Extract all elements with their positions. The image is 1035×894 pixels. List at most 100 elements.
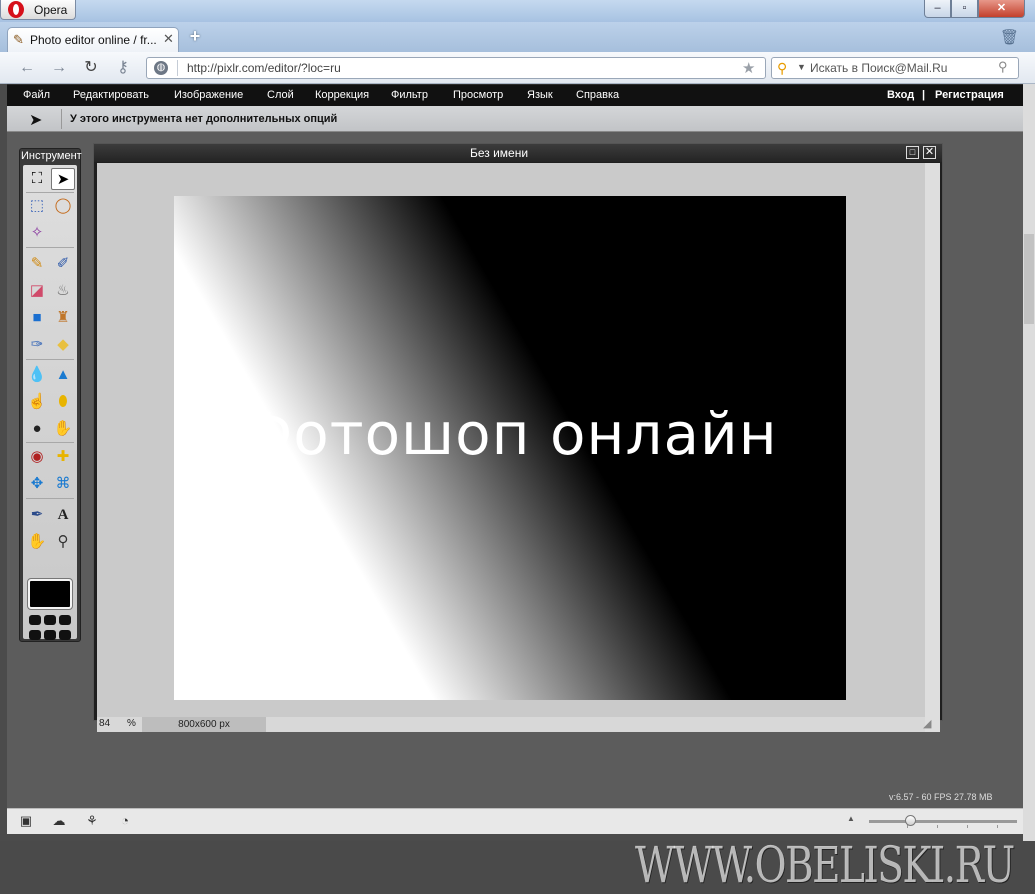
text-icon[interactable]: A <box>51 504 75 526</box>
menu-filter[interactable]: Фильтр <box>391 89 428 101</box>
login-link[interactable]: Вход <box>887 89 914 101</box>
new-tab-button[interactable]: + <box>186 27 204 46</box>
pinch-icon[interactable]: ⌘ <box>51 473 75 495</box>
share-icon[interactable]: ⚘ <box>83 813 101 829</box>
smudge-icon[interactable]: ☝ <box>25 391 49 413</box>
arrow-up-icon[interactable]: ▲ <box>847 814 855 823</box>
address-bar[interactable]: ◍ http://pixlr.com/editor/?loc=ru ★ <box>146 57 766 79</box>
search-engine-icon[interactable]: ⚲ <box>777 61 787 75</box>
palette-swatch[interactable] <box>44 630 56 640</box>
sharpen-icon[interactable]: ▲ <box>51 364 75 386</box>
palette-swatch[interactable] <box>59 630 71 640</box>
zoom-slider-track[interactable] <box>869 820 1017 823</box>
tool-options-bar: ➤ У этого инструмента нет дополнительных… <box>7 106 1023 132</box>
bookmark-star-icon[interactable]: ★ <box>742 59 755 77</box>
tool-separator <box>26 359 74 360</box>
hand-icon[interactable]: ✋ <box>25 531 49 553</box>
burn-icon[interactable]: ● <box>25 418 49 440</box>
speedometer-icon[interactable]: ◔ <box>116 813 134 829</box>
eraser-icon[interactable]: ◪ <box>25 280 49 302</box>
search-input[interactable] <box>810 60 990 76</box>
page-scrollbar[interactable] <box>1023 84 1035 841</box>
crop-icon[interactable]: ⛶ <box>25 168 49 190</box>
document-status-bar: 84 % 800x600 px <box>97 717 925 732</box>
pencil-icon[interactable]: ✎ <box>25 253 49 275</box>
menu-layer[interactable]: Слой <box>267 89 294 101</box>
performance-stats: v:6.57 - 60 FPS 27.78 MB <box>889 792 993 802</box>
document-maximize-button[interactable]: □ <box>906 146 919 159</box>
menu-view[interactable]: Просмотр <box>453 89 503 101</box>
gradient-icon[interactable]: ■ <box>25 307 49 329</box>
search-box[interactable]: ⚲ ▼ ⚲ <box>771 57 1019 79</box>
page-scrollbar-thumb[interactable] <box>1024 234 1034 324</box>
blur-icon[interactable]: 💧 <box>25 364 49 386</box>
palette-swatch[interactable] <box>29 630 41 640</box>
trash-icon[interactable]: 🗑 <box>1000 28 1019 46</box>
back-button[interactable]: ← <box>16 58 38 78</box>
document-view[interactable]: Фотошоп онлайн <box>97 163 925 717</box>
options-message: У этого инструмента нет дополнительных о… <box>70 113 338 125</box>
shape-icon[interactable]: ◆ <box>51 334 75 356</box>
red-eye-icon[interactable]: ◉ <box>25 446 49 468</box>
globe-icon: ◍ <box>154 61 168 75</box>
forward-button[interactable]: → <box>48 58 70 78</box>
zoom-icon[interactable]: ⚲ <box>51 531 75 553</box>
bottom-bar: ▣ ☁ ⚘ ◔ ▲ <box>7 808 1023 834</box>
palette-swatch[interactable] <box>44 615 56 625</box>
move-icon[interactable]: ➤ <box>51 168 75 190</box>
close-window-button[interactable]: ✕ <box>978 0 1025 18</box>
menu-help[interactable]: Справка <box>576 89 619 101</box>
navigation-bar: ← → ↻ ⚷ ◍ http://pixlr.com/editor/?loc=r… <box>0 52 1035 84</box>
eyedropper-icon[interactable]: ✒ <box>25 504 49 526</box>
search-icon[interactable]: ⚲ <box>998 59 1008 75</box>
lasso-icon[interactable]: ◯ <box>51 195 75 217</box>
zoom-value[interactable]: 84 <box>99 718 110 729</box>
menu-edit[interactable]: Редактировать <box>73 89 149 101</box>
tools-panel-title[interactable]: Инструменты <box>20 150 82 164</box>
tools-panel: Инструменты ⛶ ➤ ⬚ ◯ ✧ ✎ ✐ ◪ ♨ ■ ♜ ✑ ◆ 💧 … <box>19 148 82 642</box>
magic-wand-icon[interactable]: ✧ <box>25 222 49 244</box>
brush-icon[interactable]: ✐ <box>51 253 75 275</box>
sponge-icon[interactable]: ⬮ <box>51 391 75 413</box>
document-scrollbar[interactable] <box>925 163 940 732</box>
opera-logo-icon <box>8 1 24 18</box>
image-canvas[interactable]: Фотошоп онлайн <box>174 196 846 700</box>
register-link[interactable]: Регистрация <box>935 89 1004 101</box>
document-size: 800x600 px <box>142 717 266 732</box>
screen-icon[interactable]: ▣ <box>17 813 35 829</box>
document-close-button[interactable]: ✕ <box>923 146 936 159</box>
marquee-icon[interactable]: ⬚ <box>25 195 49 217</box>
document-title-bar[interactable]: Без имени □ ✕ <box>94 144 942 162</box>
foreground-color-swatch[interactable] <box>27 578 73 610</box>
key-icon[interactable]: ⚷ <box>112 58 134 78</box>
chevron-down-icon[interactable]: ▼ <box>797 62 806 72</box>
tab-photo-editor[interactable]: ✎ Photo editor online / fr... ✕ <box>7 27 179 52</box>
menu-separator: | <box>922 89 926 101</box>
spot-heal-icon[interactable]: ✚ <box>51 446 75 468</box>
menu-image[interactable]: Изображение <box>174 89 243 101</box>
palette-swatch[interactable] <box>29 615 41 625</box>
tab-bar: ✎ Photo editor online / fr... ✕ + 🗑 <box>0 22 1035 52</box>
menu-adjustment[interactable]: Коррекция <box>315 89 369 101</box>
document-title: Без имени <box>469 146 529 160</box>
tab-close-icon[interactable]: ✕ <box>163 31 174 47</box>
zoom-slider-thumb[interactable] <box>905 815 916 826</box>
menu-file[interactable]: Файл <box>23 89 50 101</box>
opera-menu-button[interactable]: Opera <box>0 0 76 20</box>
palette-swatch[interactable] <box>59 615 71 625</box>
color-replace-icon[interactable]: ✑ <box>25 334 49 356</box>
clone-stamp-icon[interactable]: ♜ <box>51 307 75 329</box>
maximize-button[interactable]: ▫ <box>951 0 978 18</box>
minimize-button[interactable]: ‒ <box>924 0 951 18</box>
cloud-icon[interactable]: ☁ <box>50 813 68 829</box>
resize-grip-icon[interactable]: ◢ <box>923 717 937 731</box>
address-url[interactable]: http://pixlr.com/editor/?loc=ru <box>187 61 341 75</box>
dodge-icon[interactable]: ✋ <box>51 418 75 440</box>
reload-button[interactable]: ↻ <box>80 58 102 78</box>
bloat-icon[interactable]: ✥ <box>25 473 49 495</box>
paint-bucket-icon[interactable]: ♨ <box>51 280 75 302</box>
tools-grid: ⛶ ➤ ⬚ ◯ ✧ ✎ ✐ ◪ ♨ ■ ♜ ✑ ◆ 💧 ▲ ☝ ⬮ ● ✋ ◉ … <box>23 165 77 640</box>
menu-language[interactable]: Язык <box>527 89 553 101</box>
workspace: Инструменты ⛶ ➤ ⬚ ◯ ✧ ✎ ✐ ◪ ♨ ■ ♜ ✑ ◆ 💧 … <box>7 132 1023 894</box>
canvas-text: Фотошоп онлайн <box>242 400 778 468</box>
